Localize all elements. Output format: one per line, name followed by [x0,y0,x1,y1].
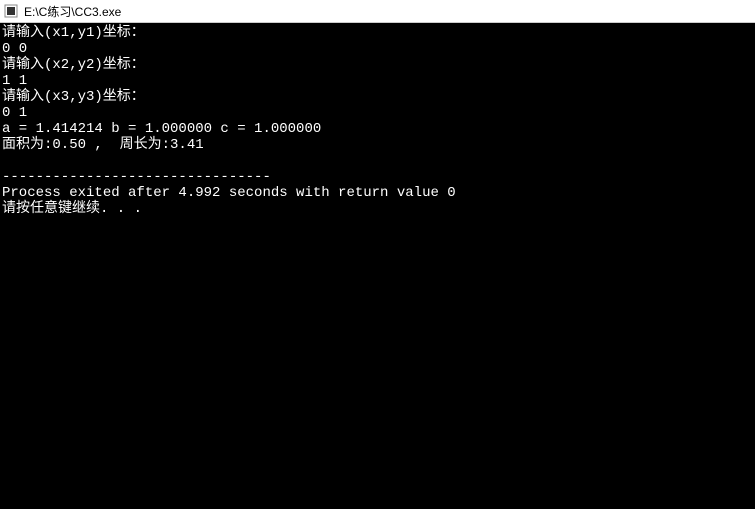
console-line: 请输入(x2,y2)坐标： [2,57,145,73]
console-line: 请输入(x1,y1)坐标： [2,25,145,41]
console-line: 请按任意键继续. . . [2,201,142,217]
console-line: -------------------------------- [2,169,271,185]
console-line: 0 0 [2,41,27,57]
console-line: 0 1 [2,105,27,121]
console-line: 面积为:0.50 , 周长为:3.41 [2,137,204,153]
window-title: E:\C练习\CC3.exe [24,3,121,20]
console-line: 1 1 [2,73,27,89]
app-icon [4,4,18,18]
title-bar: E:\C练习\CC3.exe [0,0,755,23]
console-line: a = 1.414214 b = 1.000000 c = 1.000000 [2,121,321,137]
console-line: Process exited after 4.992 seconds with … [2,185,456,201]
console-line: 请输入(x3,y3)坐标： [2,89,145,105]
console-output[interactable]: 请输入(x1,y1)坐标： 0 0 请输入(x2,y2)坐标： 1 1 请输入(… [0,23,755,509]
